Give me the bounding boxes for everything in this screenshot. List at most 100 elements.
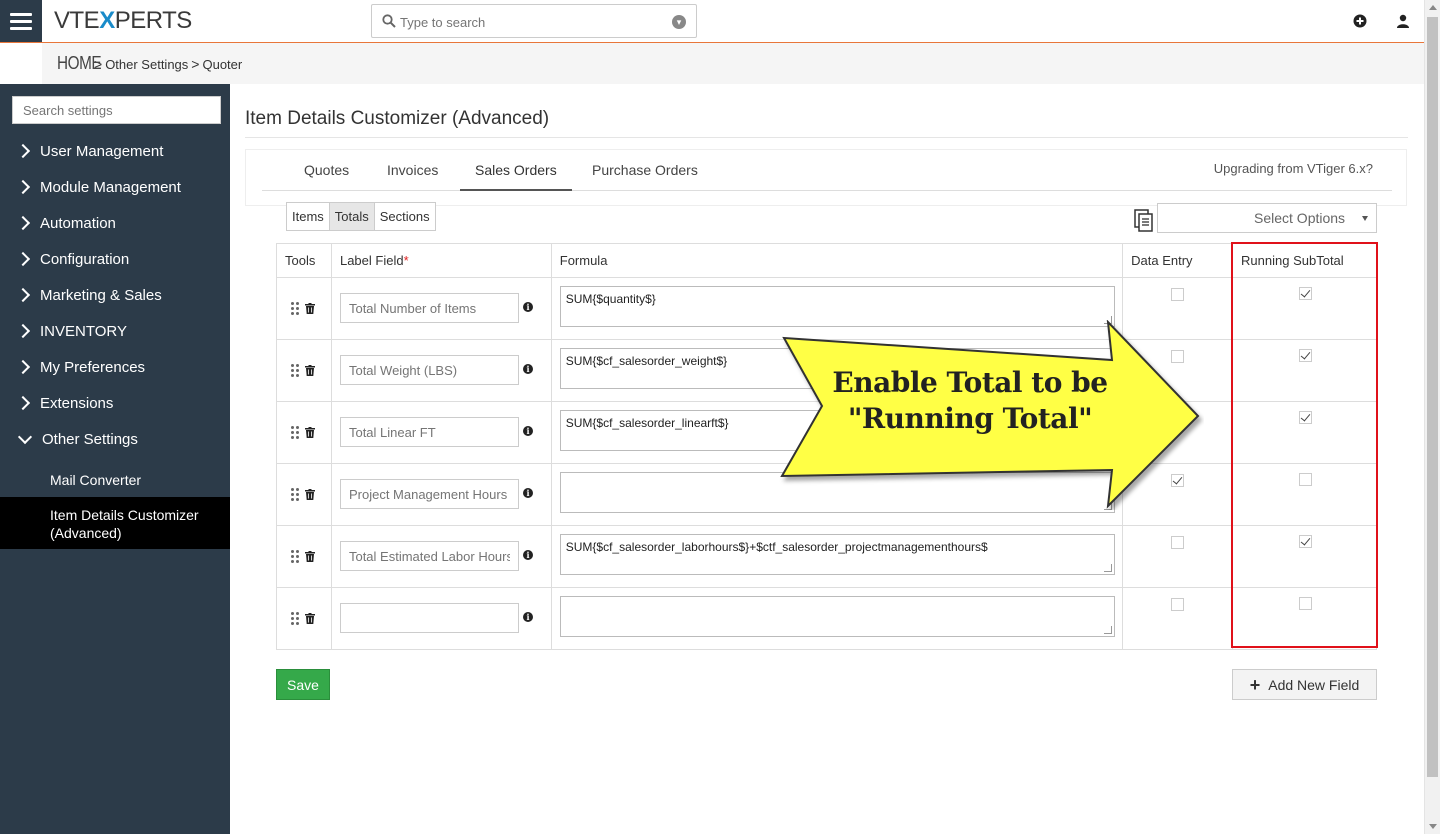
- breadcrumb-item-quoter[interactable]: Quoter: [202, 57, 242, 72]
- column-header-data-entry: Data Entry: [1122, 243, 1234, 278]
- info-icon[interactable]: i: [522, 612, 533, 622]
- trash-icon[interactable]: [305, 550, 315, 562]
- data-entry-checkbox[interactable]: [1171, 598, 1185, 611]
- sidebar-subitem-mail-converter[interactable]: Mail Converter: [0, 472, 230, 488]
- running-subtotal-checkbox[interactable]: [1299, 597, 1313, 610]
- global-search-input[interactable]: [400, 11, 660, 33]
- label-field-input[interactable]: [339, 293, 519, 323]
- resize-handle-icon[interactable]: [1103, 626, 1112, 634]
- running-subtotal-checkbox[interactable]: [1299, 473, 1313, 486]
- plus-circle-icon[interactable]: [1353, 14, 1367, 28]
- drag-handle-icon[interactable]: [291, 612, 299, 625]
- drag-handle-icon[interactable]: [291, 488, 299, 501]
- info-icon[interactable]: i: [522, 488, 533, 498]
- subtab-totals[interactable]: Totals: [329, 203, 375, 230]
- formula-textarea[interactable]: [559, 472, 1115, 513]
- sidebar-item-automation[interactable]: Automation: [0, 208, 230, 238]
- running-subtotal-checkbox[interactable]: [1299, 349, 1313, 362]
- sidebar-item-other-settings[interactable]: Other Settings: [0, 424, 230, 454]
- subtab-items[interactable]: Items: [287, 203, 330, 230]
- sidebar-item-marketing-sales[interactable]: Marketing & Sales: [0, 280, 230, 310]
- row-data-entry-cell: [1122, 463, 1234, 526]
- subtab-sections[interactable]: Sections: [374, 203, 435, 230]
- sidebar-item-inventory[interactable]: INVENTORY: [0, 316, 230, 346]
- sidebar-item-user-management[interactable]: User Management: [0, 136, 230, 166]
- save-button[interactable]: Save: [276, 669, 330, 700]
- info-icon[interactable]: i: [522, 426, 533, 436]
- scrollbar-thumb[interactable]: [1427, 17, 1438, 777]
- tab-quotes[interactable]: Quotes: [289, 150, 364, 191]
- label-field-input[interactable]: [339, 355, 519, 385]
- running-subtotal-checkbox[interactable]: [1299, 535, 1313, 548]
- tab-invoices[interactable]: Invoices: [372, 150, 453, 191]
- breadcrumb: HOME > Other Settings > Quoter: [57, 53, 242, 74]
- data-entry-checkbox[interactable]: [1171, 536, 1185, 549]
- trash-icon[interactable]: [305, 426, 315, 438]
- breadcrumb-home[interactable]: HOME: [57, 53, 102, 74]
- sidebar-item-module-management[interactable]: Module Management: [0, 172, 230, 202]
- chevron-right-icon: [15, 287, 31, 303]
- sidebar-search-input[interactable]: [12, 96, 221, 124]
- data-entry-checkbox[interactable]: [1171, 412, 1185, 425]
- add-new-field-button[interactable]: + Add New Field: [1232, 669, 1377, 700]
- formula-textarea[interactable]: SUM{$cf_salesorder_laborhours$}+$ctf_sal…: [559, 534, 1115, 575]
- resize-handle-icon[interactable]: [1103, 440, 1112, 448]
- resize-handle-icon[interactable]: [1103, 316, 1112, 324]
- chevron-right-icon: [15, 323, 31, 339]
- scroll-up-icon[interactable]: [1429, 5, 1437, 10]
- menu-icon[interactable]: [0, 0, 42, 42]
- running-subtotal-checkbox[interactable]: [1299, 287, 1313, 300]
- row-label-cell: i: [330, 277, 552, 340]
- row-data-entry-cell: [1122, 525, 1234, 588]
- select-options-dropdown[interactable]: Select Options: [1157, 203, 1377, 233]
- row-data-entry-cell: [1122, 587, 1234, 650]
- drag-handle-icon[interactable]: [291, 302, 299, 315]
- chevron-right-icon: [15, 143, 31, 159]
- column-header-label-field: Label Field*: [330, 243, 552, 278]
- table-row: i: [276, 463, 1377, 526]
- data-entry-checkbox[interactable]: [1171, 288, 1185, 301]
- breadcrumb-item-other-settings[interactable]: Other Settings: [105, 57, 188, 72]
- chevron-down-icon[interactable]: ▾: [672, 15, 686, 29]
- sidebar-item-configuration[interactable]: Configuration: [0, 244, 230, 274]
- data-entry-checkbox[interactable]: [1171, 474, 1185, 487]
- resize-handle-icon[interactable]: [1103, 564, 1112, 572]
- label-field-input[interactable]: [339, 479, 519, 509]
- tab-purchase-orders[interactable]: Purchase Orders: [577, 150, 713, 191]
- formula-textarea[interactable]: SUM{$quantity$}: [559, 286, 1115, 327]
- sidebar-subitem-item-details-customizer[interactable]: Item Details Customizer (Advanced): [0, 497, 230, 549]
- drag-handle-icon[interactable]: [291, 426, 299, 439]
- user-icon[interactable]: [1396, 14, 1410, 28]
- page-scrollbar[interactable]: [1424, 0, 1440, 834]
- resize-handle-icon[interactable]: [1103, 502, 1112, 510]
- trash-icon[interactable]: [305, 488, 315, 500]
- sidebar-item-extensions[interactable]: Extensions: [0, 388, 230, 418]
- scroll-down-icon[interactable]: [1429, 824, 1437, 829]
- formula-textarea[interactable]: [559, 596, 1115, 637]
- logo[interactable]: VTEXPERTS: [54, 8, 192, 34]
- running-subtotal-checkbox[interactable]: [1299, 411, 1313, 424]
- info-icon[interactable]: i: [522, 550, 533, 560]
- trash-icon[interactable]: [305, 302, 315, 314]
- drag-handle-icon[interactable]: [291, 364, 299, 377]
- label-field-input[interactable]: [339, 603, 519, 633]
- row-tools: [276, 401, 332, 464]
- sidebar-item-my-preferences[interactable]: My Preferences: [0, 352, 230, 382]
- table-row: i SUM{$cf_salesorder_laborhours$}+$ctf_s…: [276, 525, 1377, 588]
- upgrade-link[interactable]: Upgrading from VTiger 6.x?: [1214, 161, 1373, 176]
- info-icon[interactable]: i: [522, 302, 533, 312]
- row-formula-cell: SUM{$quantity$}: [550, 277, 1124, 340]
- tab-sales-orders[interactable]: Sales Orders: [460, 150, 572, 191]
- label-field-input[interactable]: [339, 417, 519, 447]
- row-formula-cell: SUM{$cf_salesorder_laborhours$}+$ctf_sal…: [550, 525, 1124, 588]
- data-entry-checkbox[interactable]: [1171, 350, 1185, 363]
- row-running-subtotal-cell: [1232, 463, 1377, 526]
- copy-icon[interactable]: [1134, 209, 1154, 233]
- info-icon[interactable]: i: [522, 364, 533, 374]
- column-header-running-subtotal: Running SubTotal: [1232, 243, 1377, 278]
- drag-handle-icon[interactable]: [291, 550, 299, 563]
- label-field-input[interactable]: [339, 541, 519, 571]
- plus-icon: +: [1249, 674, 1261, 695]
- trash-icon[interactable]: [305, 364, 315, 376]
- trash-icon[interactable]: [305, 612, 315, 624]
